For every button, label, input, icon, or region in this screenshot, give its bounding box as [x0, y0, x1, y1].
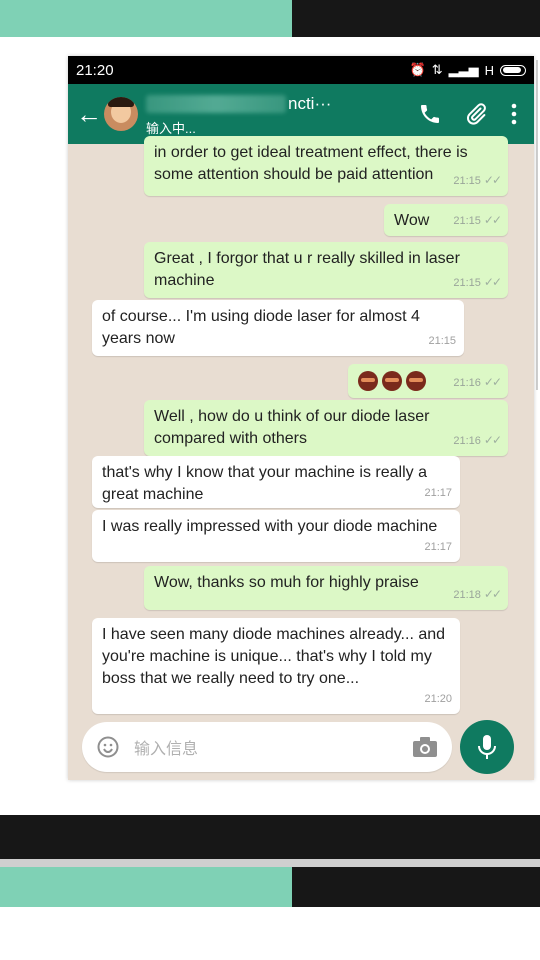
more-menu-icon[interactable] — [510, 103, 518, 125]
message-time: 21:15 — [453, 277, 481, 289]
bottom-band-dark-2 — [292, 867, 540, 907]
chat-header: ← ncti··· 输入中... — [68, 84, 534, 144]
read-ticks-icon: ✓✓ — [483, 375, 502, 389]
contact-name: ncti··· — [288, 93, 332, 113]
read-ticks-icon: ✓✓ — [483, 213, 502, 227]
read-ticks-icon: ✓✓ — [483, 173, 502, 187]
signal-icon: ▂▃▅ — [448, 62, 479, 77]
message-input[interactable]: 输入信息 — [82, 722, 452, 772]
message-time: 21:20 — [424, 693, 452, 705]
bottom-band-grey — [0, 859, 540, 867]
battery-icon — [500, 64, 526, 76]
back-arrow-icon[interactable]: ← — [76, 99, 104, 130]
microphone-icon — [478, 735, 496, 759]
attachment-icon[interactable] — [464, 102, 488, 126]
contact-info[interactable]: ncti··· 输入中... — [146, 92, 418, 137]
bottom-band-dark — [0, 815, 540, 859]
compose-bar: 输入信息 — [68, 716, 534, 780]
message-text: I have seen many diode machines already.… — [102, 626, 446, 687]
status-bar: 21:20 ⏰ ⇅ ▂▃▅ H — [68, 56, 534, 84]
message-time: 21:17 — [424, 541, 452, 553]
message-text: of course... I'm using diode laser for a… — [102, 308, 420, 347]
phone-call-icon[interactable] — [418, 102, 442, 126]
phone-screenshot: 21:20 ⏰ ⇅ ▂▃▅ H ← ncti··· 输入中... in orde… — [68, 56, 534, 780]
camera-icon[interactable] — [412, 736, 438, 758]
status-icons: ⏰ ⇅ ▂▃▅ H — [410, 62, 526, 78]
network-type: H — [484, 62, 494, 78]
chat-area: in order to get ideal treatment effect, … — [68, 136, 534, 724]
alarm-icon: ⏰ — [409, 62, 426, 77]
redacted-name — [146, 94, 286, 113]
message-text: in order to get ideal treatment effect, … — [154, 144, 468, 183]
message-bubble: in order to get ideal treatment effect, … — [144, 136, 508, 196]
bottom-band-mint — [0, 867, 292, 907]
data-icon: ⇅ — [431, 62, 443, 77]
message-time: 21:15 — [453, 175, 481, 187]
message-text: that's why I know that your machine is r… — [102, 464, 427, 503]
message-time: 21:16 — [453, 435, 481, 447]
mic-button[interactable] — [460, 720, 514, 774]
read-ticks-icon: ✓✓ — [483, 587, 502, 601]
message-bubble: I have seen many diode machines already.… — [92, 618, 460, 714]
emoji-icon — [406, 370, 426, 391]
contact-avatar[interactable] — [104, 97, 138, 131]
status-time: 21:20 — [76, 61, 114, 79]
message-text: Well , how do u think of our diode laser… — [154, 408, 430, 447]
message-text: Wow, thanks so muh for highly praise — [154, 574, 419, 591]
read-ticks-icon: ✓✓ — [483, 433, 502, 447]
input-placeholder: 输入信息 — [134, 741, 199, 758]
top-band-mint — [0, 0, 292, 37]
edge-line — [536, 60, 538, 390]
message-bubble: Great , I forgor that u r really skilled… — [144, 242, 508, 298]
message-time: 21:16 — [453, 377, 481, 389]
message-bubble: Well , how do u think of our diode laser… — [144, 400, 508, 456]
message-time: 21:17 — [424, 487, 452, 499]
read-ticks-icon: ✓✓ — [483, 275, 502, 289]
emoji-group — [358, 370, 430, 391]
message-bubble: Wow, thanks so muh for highly praise 21:… — [144, 566, 508, 610]
message-bubble: Wow 21:15 ✓✓ — [384, 204, 508, 236]
message-bubble: of course... I'm using diode laser for a… — [92, 300, 464, 356]
message-text: Great , I forgor that u r really skilled… — [154, 250, 460, 289]
message-time: 21:15 — [428, 335, 456, 347]
message-text: Wow — [394, 212, 430, 229]
message-time: 21:18 — [453, 589, 481, 601]
emoji-smiley-icon[interactable] — [96, 735, 120, 759]
message-bubble: that's why I know that your machine is r… — [92, 456, 460, 508]
message-bubble: 21:16 ✓✓ — [348, 364, 508, 398]
typing-status: 输入中... — [146, 120, 196, 136]
top-band-dark — [292, 0, 540, 37]
emoji-icon — [358, 370, 378, 391]
message-bubble: I was really impressed with your diode m… — [92, 510, 460, 562]
message-time: 21:15 — [453, 215, 481, 227]
message-text: I was really impressed with your diode m… — [102, 518, 438, 535]
emoji-icon — [382, 370, 402, 391]
